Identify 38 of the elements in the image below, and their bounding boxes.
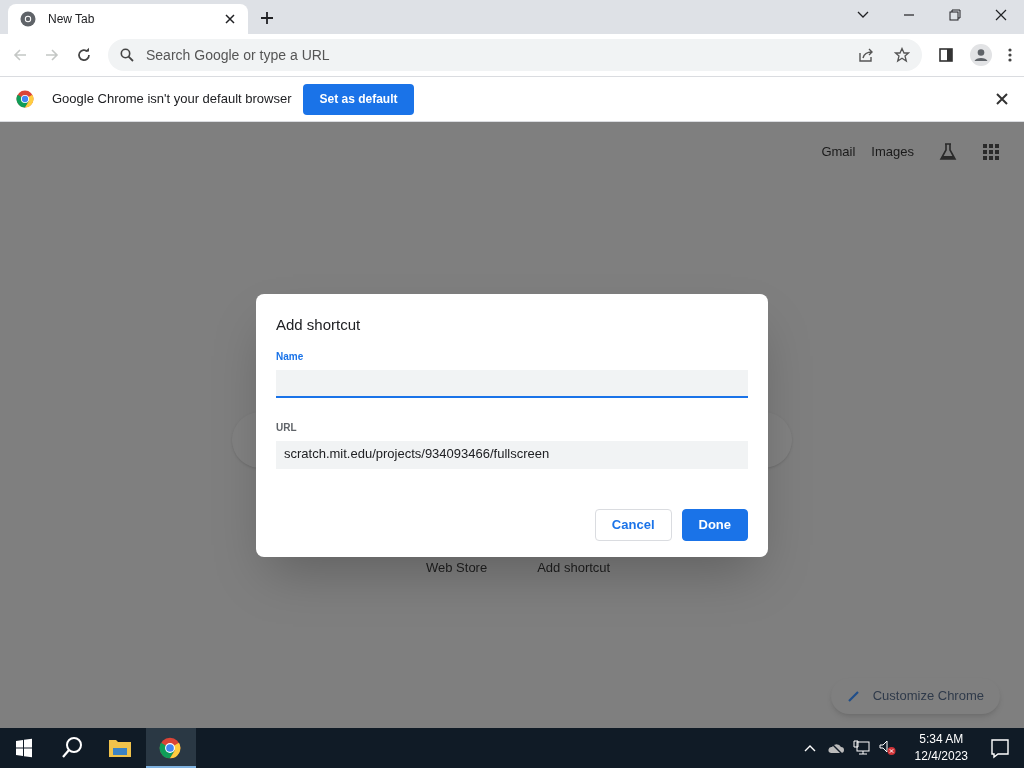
share-icon[interactable]: [858, 47, 874, 63]
set-default-button[interactable]: Set as default: [303, 83, 414, 115]
profile-icon[interactable]: [970, 44, 992, 66]
cancel-button[interactable]: Cancel: [594, 509, 672, 541]
pencil-icon: [846, 689, 861, 703]
clock-time: 5:34 AM: [919, 731, 964, 748]
cloud-offline-icon[interactable]: [826, 741, 845, 755]
text-field[interactable]: [276, 369, 748, 398]
tab-title: New Tab: [48, 11, 96, 28]
field-label: URL: [276, 420, 298, 435]
flask-icon[interactable]: [938, 142, 958, 162]
clock-date: 12/4/2023: [914, 748, 968, 765]
close-icon[interactable]: [996, 93, 1008, 105]
search-icon: [120, 48, 134, 62]
header-link[interactable]: Images: [871, 142, 914, 162]
shortcut-label[interactable]: Add shortcut: [537, 558, 611, 578]
apps-grid-icon[interactable]: [982, 143, 1000, 161]
customize-chrome-button[interactable]: Customize Chrome: [830, 678, 1000, 714]
network-icon[interactable]: [852, 740, 871, 756]
taskbar-app-button[interactable]: [146, 728, 196, 768]
side-panel-icon[interactable]: [938, 47, 954, 63]
chevron-up-icon[interactable]: [802, 743, 817, 753]
dialog-title: Add shortcut: [276, 315, 362, 335]
speaker-muted-icon[interactable]: [878, 740, 897, 756]
star-icon[interactable]: [894, 47, 910, 63]
field-label: Name: [276, 349, 305, 364]
shortcut-label[interactable]: Web Store: [426, 558, 488, 578]
address-bar[interactable]: Search Google or type a URL: [108, 39, 922, 71]
menu-icon[interactable]: [1008, 47, 1012, 63]
header-link[interactable]: Gmail: [821, 142, 856, 162]
text-field[interactable]: scratch.mit.edu/projects/934093466/fullscreen: [276, 440, 748, 469]
clock[interactable]: 5:34 AM 12/4/2023: [906, 731, 976, 765]
infobar-message: Google Chrome isn't your default browser: [52, 90, 292, 109]
reload-icon[interactable]: [76, 47, 92, 63]
done-button[interactable]: Done: [681, 509, 748, 541]
browser-tab[interactable]: New Tab: [8, 4, 248, 34]
close-icon[interactable]: [224, 13, 236, 25]
new-tab-icon[interactable]: [260, 11, 274, 25]
